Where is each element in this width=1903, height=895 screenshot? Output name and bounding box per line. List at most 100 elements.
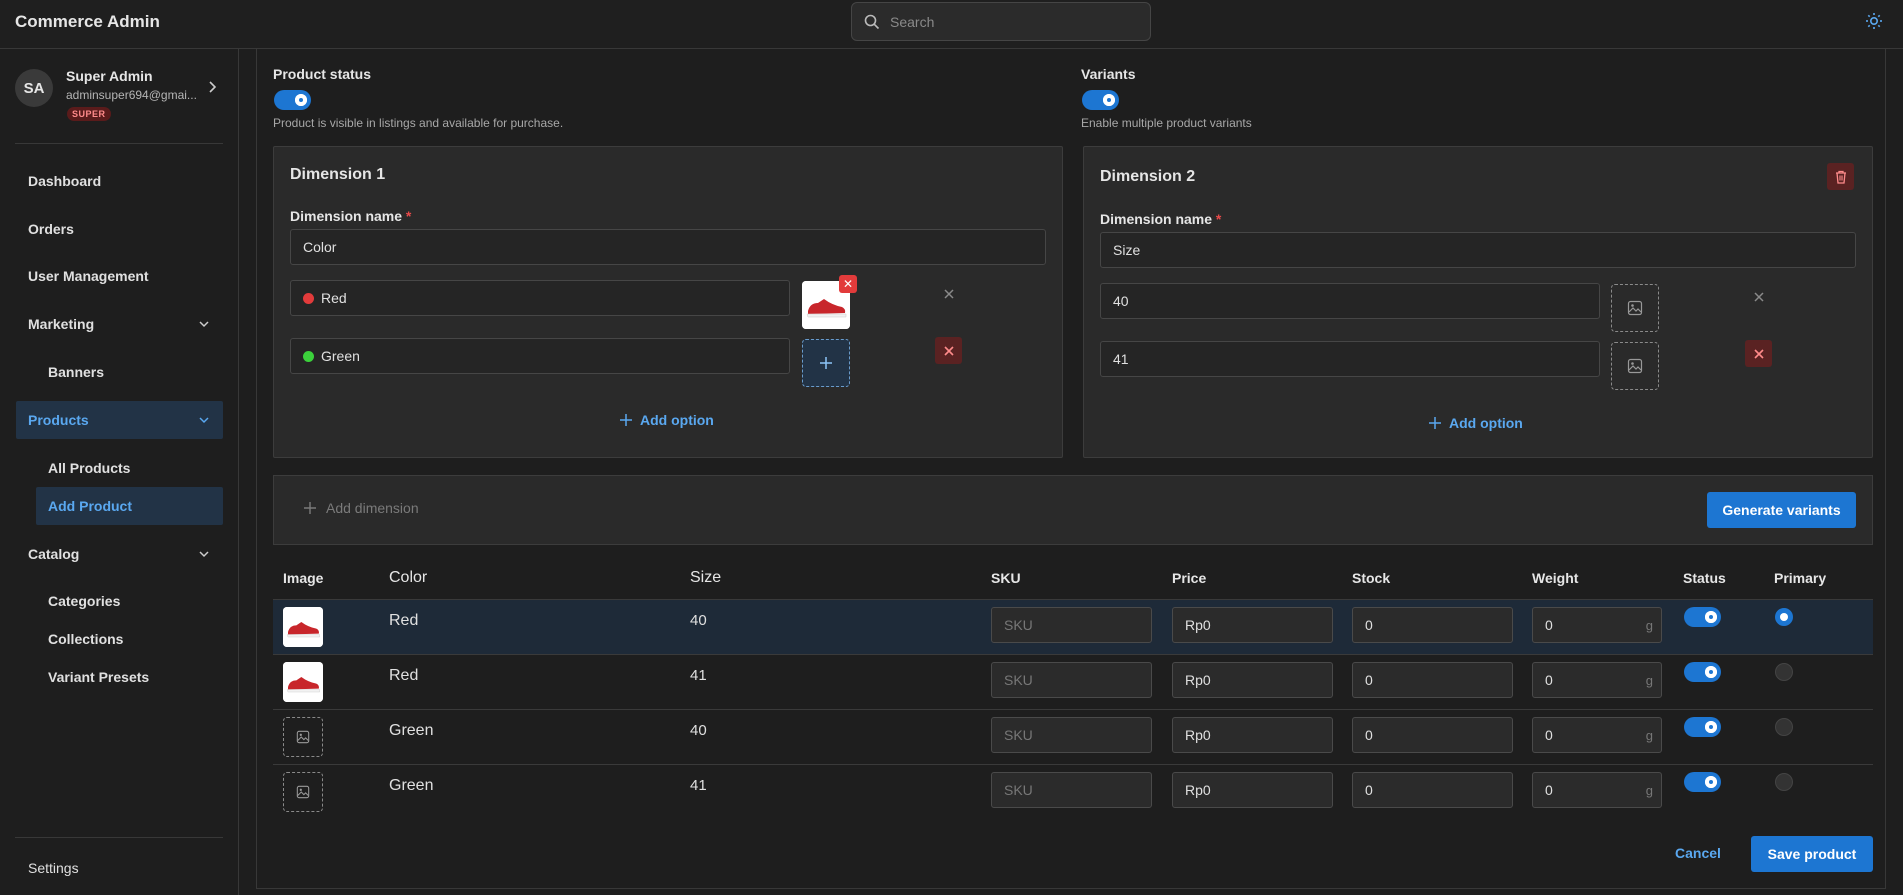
- sidebar-item-marketing[interactable]: Marketing: [16, 305, 223, 343]
- variant-image[interactable]: [283, 607, 323, 647]
- col-header-price: Price: [1172, 570, 1207, 586]
- add-option-button[interactable]: Add option: [1429, 415, 1523, 431]
- remove-option-button[interactable]: [1745, 283, 1772, 310]
- sidebar-item-label: Add Product: [48, 498, 132, 514]
- option-input[interactable]: Red: [290, 280, 790, 316]
- option-input[interactable]: Green: [290, 338, 790, 374]
- option-input[interactable]: 41: [1100, 341, 1600, 377]
- stock-input[interactable]: 0: [1352, 717, 1513, 753]
- table-row: Red 41 SKU Rp0 0 0g: [273, 654, 1873, 709]
- product-status-toggle[interactable]: [274, 90, 311, 110]
- primary-radio[interactable]: [1775, 718, 1793, 736]
- image-icon: [296, 785, 310, 799]
- add-image-button[interactable]: [283, 772, 323, 812]
- sidebar-item-banners[interactable]: Banners: [36, 353, 223, 391]
- search-box[interactable]: Search: [851, 2, 1151, 41]
- generate-variants-button[interactable]: Generate variants: [1707, 492, 1856, 528]
- col-header-image: Image: [283, 570, 324, 586]
- sidebar-item-dashboard[interactable]: Dashboard: [16, 162, 223, 200]
- sku-input[interactable]: SKU: [991, 772, 1152, 808]
- avatar: SA: [15, 69, 53, 107]
- dimension-2-panel: Dimension 2 Dimension name * Size 40 41 …: [1083, 146, 1873, 458]
- sidebar-item-categories[interactable]: Categories: [36, 582, 223, 620]
- remove-option-button[interactable]: [935, 337, 962, 364]
- table-row: Green 40 SKU Rp0 0 0g: [273, 709, 1873, 764]
- cell-color: Green: [389, 777, 434, 794]
- add-dimension-button[interactable]: Add dimension: [304, 500, 419, 516]
- stock-input[interactable]: 0: [1352, 607, 1513, 643]
- sidebar-item-products[interactable]: Products: [16, 401, 223, 439]
- plus-icon: [304, 502, 316, 514]
- option-input[interactable]: 40: [1100, 283, 1600, 319]
- sidebar-item-collections[interactable]: Collections: [36, 620, 223, 658]
- sku-input[interactable]: SKU: [991, 607, 1152, 643]
- close-icon: [1753, 348, 1764, 359]
- top-bar: Commerce Admin Search: [0, 0, 1903, 49]
- price-input[interactable]: Rp0: [1172, 607, 1333, 643]
- sku-input[interactable]: SKU: [991, 717, 1152, 753]
- delete-dimension-button[interactable]: [1827, 163, 1854, 190]
- remove-option-button[interactable]: [1745, 340, 1772, 367]
- price-input[interactable]: Rp0: [1172, 662, 1333, 698]
- dimension-name-input[interactable]: Size: [1100, 232, 1856, 268]
- remove-option-button[interactable]: [935, 280, 962, 307]
- sun-icon[interactable]: [1865, 12, 1883, 30]
- chevron-down-icon: [199, 417, 209, 424]
- sidebar-item-label: Settings: [28, 860, 79, 876]
- variant-image[interactable]: [283, 662, 323, 702]
- sidebar-item-label: Marketing: [28, 316, 95, 332]
- sidebar-item-settings[interactable]: Settings: [16, 849, 223, 887]
- col-header-color: Color: [389, 569, 428, 586]
- add-dimension-bar: Add dimension Generate variants: [273, 475, 1873, 545]
- sidebar-item-all-products[interactable]: All Products: [36, 449, 223, 487]
- sidebar-item-user-management[interactable]: User Management: [16, 257, 223, 295]
- chevron-right-icon[interactable]: [208, 80, 218, 94]
- primary-radio[interactable]: [1775, 608, 1793, 626]
- col-header-stock: Stock: [1352, 570, 1391, 586]
- add-image-button[interactable]: [1611, 342, 1659, 390]
- sidebar-item-label: Collections: [48, 631, 124, 647]
- cancel-button[interactable]: Cancel: [1675, 845, 1721, 861]
- user-email: adminsuper694@gmai...: [66, 88, 197, 102]
- primary-radio[interactable]: [1775, 773, 1793, 791]
- sidebar-item-label: Banners: [48, 364, 105, 380]
- add-image-button[interactable]: [802, 339, 850, 387]
- variants-help: Enable multiple product variants: [1081, 116, 1252, 130]
- sku-input[interactable]: SKU: [991, 662, 1152, 698]
- sidebar-item-add-product[interactable]: Add Product: [36, 487, 223, 525]
- cell-color: Red: [389, 667, 419, 684]
- search-input[interactable]: Search: [890, 14, 934, 30]
- variant-status-toggle[interactable]: [1684, 717, 1721, 737]
- weight-input[interactable]: 0g: [1532, 662, 1662, 698]
- sidebar-item-label: Categories: [48, 593, 121, 609]
- add-image-button[interactable]: [1611, 284, 1659, 332]
- user-card[interactable]: SA Super Admin adminsuper694@gmai... SUP…: [15, 67, 225, 127]
- price-input[interactable]: Rp0: [1172, 772, 1333, 808]
- color-swatch: [303, 350, 314, 362]
- weight-input[interactable]: 0g: [1532, 772, 1662, 808]
- sidebar-item-orders[interactable]: Orders: [16, 210, 223, 248]
- save-product-button[interactable]: Save product: [1751, 836, 1873, 872]
- sidebar-item-variant-presets[interactable]: Variant Presets: [36, 658, 223, 696]
- add-option-button[interactable]: Add option: [620, 412, 714, 428]
- red-shoe-image: [283, 662, 323, 702]
- primary-radio[interactable]: [1775, 663, 1793, 681]
- price-input[interactable]: Rp0: [1172, 717, 1333, 753]
- close-icon: [943, 345, 954, 356]
- sidebar: SA Super Admin adminsuper694@gmai... SUP…: [0, 49, 239, 895]
- weight-input[interactable]: 0g: [1532, 717, 1662, 753]
- col-header-sku: SKU: [991, 570, 1021, 586]
- remove-image-button[interactable]: ✕: [839, 275, 857, 293]
- variant-status-toggle[interactable]: [1684, 607, 1721, 627]
- stock-input[interactable]: 0: [1352, 772, 1513, 808]
- stock-input[interactable]: 0: [1352, 662, 1513, 698]
- option-value: Green: [321, 348, 360, 364]
- add-image-button[interactable]: [283, 717, 323, 757]
- variant-status-toggle[interactable]: [1684, 662, 1721, 682]
- sidebar-item-catalog[interactable]: Catalog: [16, 535, 223, 573]
- sidebar-item-label: Products: [28, 412, 89, 428]
- dimension-name-input[interactable]: Color: [290, 229, 1046, 265]
- variant-status-toggle[interactable]: [1684, 772, 1721, 792]
- variants-toggle[interactable]: [1082, 90, 1119, 110]
- weight-input[interactable]: 0g: [1532, 607, 1662, 643]
